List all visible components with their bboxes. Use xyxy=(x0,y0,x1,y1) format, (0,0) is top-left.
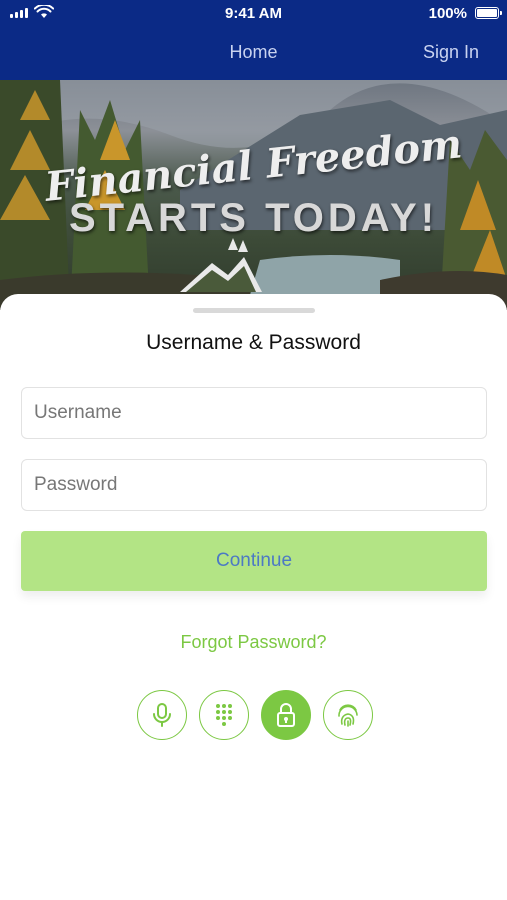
fingerprint-icon xyxy=(338,704,358,727)
voice-auth-button[interactable] xyxy=(137,690,187,740)
pin-auth-button[interactable] xyxy=(199,690,249,740)
battery-icon xyxy=(475,7,502,19)
login-card: Username & Password Continue Forgot Pass… xyxy=(0,294,507,900)
microphone-icon xyxy=(153,703,171,727)
top-bar: 9:41 AM 100% Home Sign In xyxy=(0,0,507,80)
hero-headline-block: STARTS TODAY! xyxy=(68,196,439,240)
hero-banner: Financial Freedom STARTS TODAY! xyxy=(0,80,507,310)
status-bar: 9:41 AM 100% xyxy=(0,0,507,28)
forgot-password-link[interactable]: Forgot Password? xyxy=(0,632,507,653)
sign-in-link[interactable]: Sign In xyxy=(423,42,479,63)
continue-button[interactable]: Continue xyxy=(21,531,487,591)
battery-percent: 100% xyxy=(428,5,467,22)
username-input[interactable] xyxy=(21,387,487,439)
password-auth-button[interactable] xyxy=(261,690,311,740)
drag-handle[interactable] xyxy=(193,308,315,313)
login-title: Username & Password xyxy=(146,331,361,354)
auth-method-row xyxy=(137,690,373,740)
fingerprint-auth-button[interactable] xyxy=(323,690,373,740)
keypad-icon xyxy=(216,704,232,726)
lock-icon xyxy=(277,703,295,727)
password-input[interactable] xyxy=(21,459,487,511)
